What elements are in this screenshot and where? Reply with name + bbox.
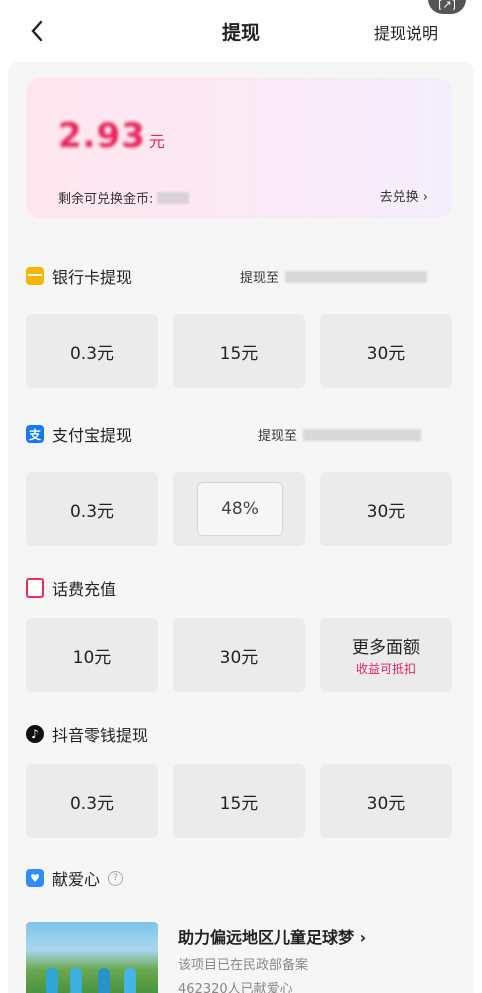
loading-percent-tooltip: 48% [197,482,283,536]
alipay-account-masked [303,428,422,441]
phone-option-2[interactable]: 30元 [173,618,305,692]
douyin-section-title: 抖音零钱提现 [52,726,149,745]
balance-amount: 2.93 元 [58,116,166,156]
bank-target-label: 提现至 [240,271,280,286]
douyin-section-header: ♪ 抖音零钱提现 [26,722,148,746]
balance-value: 2.93 [58,116,146,156]
alipay-section-title: 支付宝提现 [52,426,133,445]
project-image[interactable] [26,922,158,993]
alipay-icon: 支 [26,425,44,443]
alipay-target-label: 提现至 [258,429,298,444]
bank-option-1[interactable]: 0.3元 [26,314,158,388]
bank-target: 提现至 [240,267,428,286]
bank-account-masked [285,270,428,283]
alipay-option-3[interactable]: 30元 [320,472,452,546]
coins-label: 剩余可兑换金币: [58,192,154,207]
more-amounts-sub: 收益可抵扣 [355,662,416,676]
bank-option-2[interactable]: 15元 [173,314,305,388]
top-bar: 提现 提现说明 [↗] [0,0,482,62]
explain-link[interactable]: 提现说明 [374,20,438,44]
phone-section-header: 话费充值 [26,576,116,600]
project-title[interactable]: 助力偏远地区儿童足球梦 › [178,924,366,948]
bank-section-title: 银行卡提现 [52,268,133,287]
heart-chat-icon: ♥ [26,869,44,887]
phone-option-more[interactable]: 更多面额 收益可抵扣 [320,618,452,692]
project-subtitle: 该项目已在民政部备案 [178,958,309,973]
fullscreen-badge[interactable]: [↗] [428,0,466,14]
withdraw-page: 2.93 元 剩余可兑换金币: 去兑换 › 银行卡提现 提现至 0.3元 15元… [8,62,474,993]
phone-option-1[interactable]: 10元 [26,618,158,692]
exchange-link[interactable]: 去兑换 › [380,186,428,205]
phone-icon [26,578,44,598]
douyin-icon: ♪ [26,725,44,743]
bank-option-3[interactable]: 30元 [320,314,452,388]
coins-value-masked [157,191,190,204]
alipay-option-1[interactable]: 0.3元 [26,472,158,546]
coins-remaining: 剩余可兑换金币: [58,188,190,207]
alipay-section-header: 支 支付宝提现 [26,422,132,446]
balance-unit: 元 [148,132,166,151]
more-amounts-label: 更多面额 [352,638,420,658]
alipay-option-2[interactable]: 48% [173,472,305,546]
question-circle-icon[interactable]: ? [108,870,124,886]
bank-section-header: 银行卡提现 [26,264,132,288]
bank-card-icon [26,267,44,285]
douyin-option-3[interactable]: 30元 [320,764,452,838]
douyin-option-1[interactable]: 0.3元 [26,764,158,838]
phone-section-title: 话费充值 [52,580,117,599]
love-section-header: ♥ 献爱心 ? [26,866,124,890]
alipay-target: 提现至 [258,425,422,444]
project-donor-count: 462320人已献爱心 [178,982,293,993]
balance-card: 2.93 元 剩余可兑换金币: 去兑换 › [26,78,452,218]
love-section-title: 献爱心 [52,870,101,889]
douyin-option-2[interactable]: 15元 [173,764,305,838]
